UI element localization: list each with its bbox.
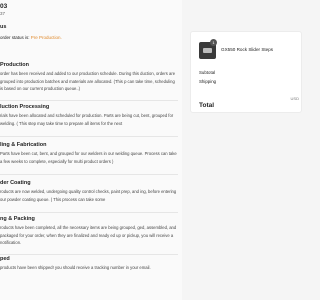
- stage-shipped: ped products have been shipped! you shou…: [0, 256, 178, 272]
- stage-title: ped: [0, 256, 10, 262]
- order-status-panel: 03 37 us order status is: Pre Production…: [0, 0, 182, 300]
- stage-production-processing: luction Processing rials have been alloc…: [0, 104, 178, 127]
- stage-description: roducts have been completed, all the nec…: [0, 225, 177, 245]
- stage-welding-fabrication: ling & Fabrication Parts have been cut, …: [0, 142, 178, 165]
- shipping-label: Shipping: [199, 79, 217, 84]
- product-name[interactable]: GX550 Rock Slider Steps: [221, 47, 273, 52]
- status-heading: us: [0, 24, 7, 30]
- divider: [0, 254, 178, 255]
- subtotal-row: Subtotal: [199, 70, 303, 75]
- stage-title: ng & Packing: [0, 216, 35, 222]
- currency-label: USD: [290, 96, 299, 101]
- current-stage: Pre Production.: [30, 35, 62, 40]
- stage-description: roducts are now welded, undergoing quali…: [0, 189, 177, 202]
- status-prefix: order status is:: [0, 35, 30, 40]
- stage-pre-production: Production order has been received and a…: [0, 62, 178, 93]
- product-image: [203, 48, 212, 53]
- total-row: Total USD: [199, 94, 303, 112]
- shipping-row: Shipping: [199, 79, 303, 84]
- stage-title: der Coating: [0, 180, 31, 186]
- stage-description: Parts have been cut, bent, and grouped f…: [0, 151, 177, 164]
- stage-description: order has been received and added to our…: [0, 71, 176, 91]
- divider: [0, 100, 178, 101]
- quantity-badge: 1: [210, 39, 217, 46]
- divider: [0, 174, 178, 175]
- stage-assembling-packing: ng & Packing roducts have been completed…: [0, 216, 178, 247]
- stage-description: rials have been allocated and scheduled …: [0, 113, 174, 126]
- stage-description: products have been shipped! you should r…: [0, 265, 151, 270]
- order-number: 03: [0, 3, 8, 10]
- divider: [0, 212, 178, 213]
- order-date: 37: [0, 11, 6, 16]
- stage-title: Production: [0, 62, 30, 68]
- stage-title: luction Processing: [0, 104, 50, 110]
- order-summary-card: 1 GX550 Rock Slider Steps Subtotal Shipp…: [190, 31, 302, 113]
- order-header: 03 37: [0, 3, 7, 17]
- subtotal-label: Subtotal: [199, 70, 216, 75]
- stage-powder-coating: der Coating roducts are now welded, unde…: [0, 180, 178, 203]
- stage-title: ling & Fabrication: [0, 142, 47, 148]
- status-line: order status is: Pre Production.: [0, 35, 62, 40]
- total-label: Total: [199, 102, 215, 109]
- divider: [0, 136, 178, 137]
